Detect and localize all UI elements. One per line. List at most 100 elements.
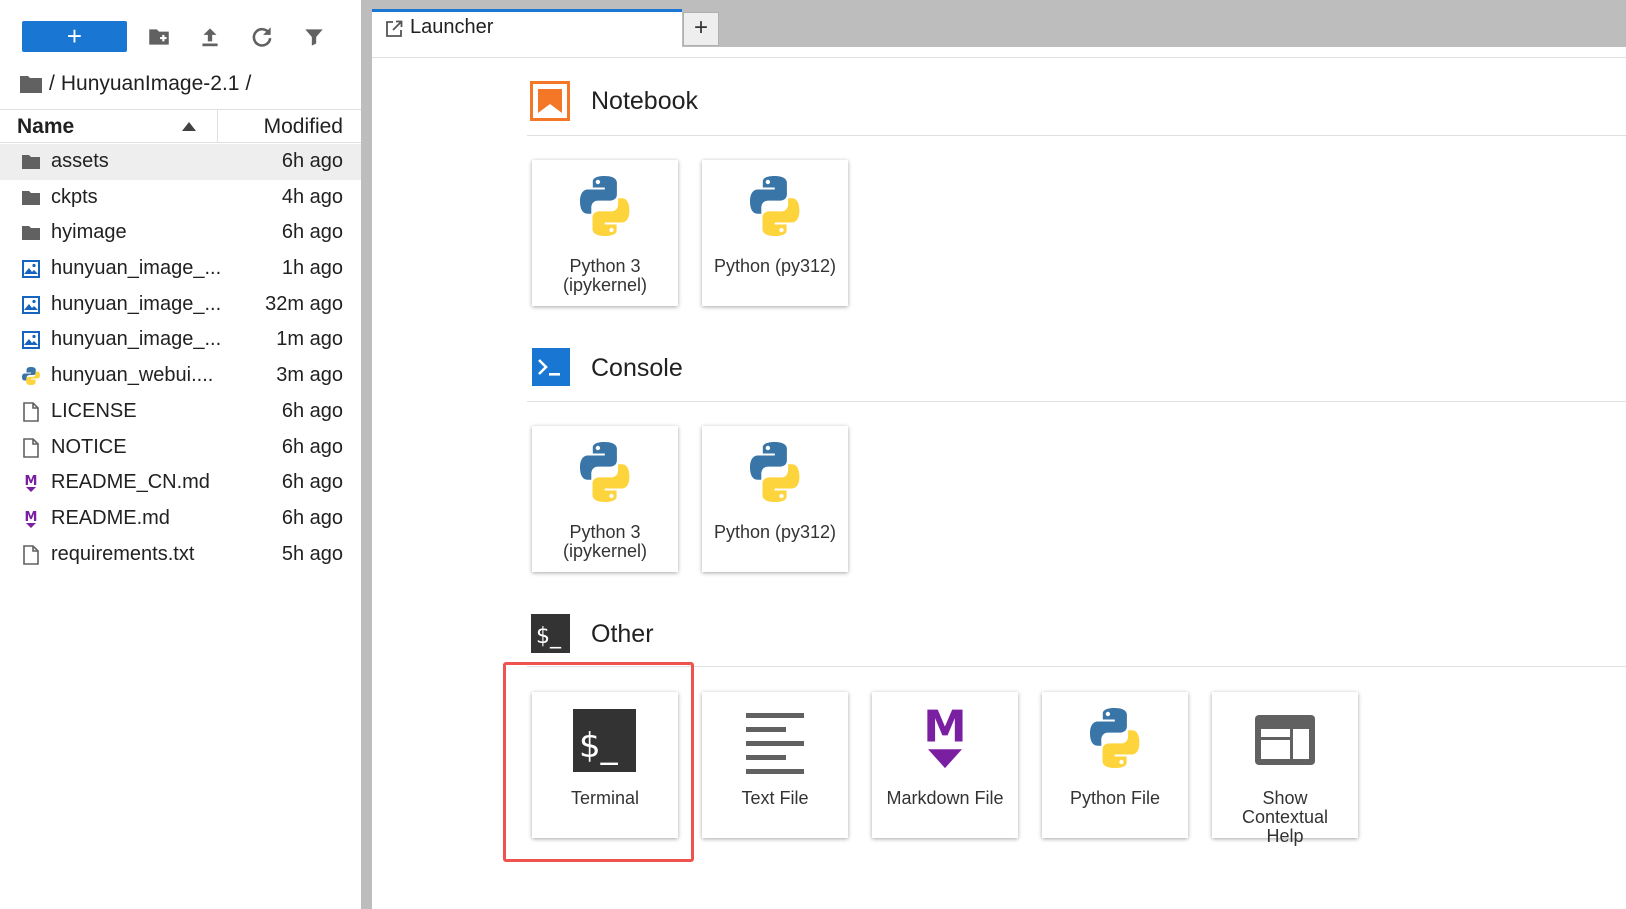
tab-divider [372,57,1626,58]
terminal-card[interactable]: $_ Terminal [532,692,678,838]
notebook-python3-card[interactable]: Python 3 (ipykernel) [532,160,678,306]
console-python3-card[interactable]: Python 3 (ipykernel) [532,426,678,572]
file-modified: 5h ago [281,542,343,565]
file-name: hunyuan_image_... [51,292,222,315]
file-modified: 1h ago [281,257,343,280]
svg-text:M: M [25,474,38,489]
file-row[interactable]: hunyuan_image_... 1h ago [0,251,361,287]
file-row[interactable]: requirements.txt 5h ago [0,537,361,573]
section-divider [527,666,1626,667]
file-row[interactable]: ckpts 4h ago [0,180,361,216]
file-name: requirements.txt [51,542,195,565]
file-name: ckpts [51,185,98,208]
python-logo-icon [572,174,638,240]
new-launcher-button[interactable]: + [22,21,127,52]
file-name: README.md [51,506,170,529]
tab-launcher-label: Launcher [410,16,494,38]
section-console-title: Console [591,354,683,382]
card-label: Show Contextual Help [1241,788,1329,846]
folder-icon [21,188,41,208]
terminal-section-icon: $_ [531,614,570,653]
sort-ascending-icon [182,122,196,131]
console-py312-card[interactable]: Python (py312) [702,426,848,572]
card-label: Text File [741,788,809,808]
svg-text:$_: $_ [579,726,619,766]
file-row[interactable]: LICENSE 6h ago [0,394,361,430]
file-name: LICENSE [51,399,137,422]
file-name: hunyuan_image_... [51,328,222,351]
file-modified: 4h ago [281,185,343,208]
breadcrumb-folder[interactable]: HunyuanImage-2.1 [61,72,240,96]
tab-bar: Launcher + [372,0,1626,47]
file-modified: 3m ago [276,364,343,387]
file-row[interactable]: assets 6h ago [0,144,361,180]
file-row[interactable]: NOTICE 6h ago [0,430,361,466]
terminal-icon: $_ [572,708,638,774]
upload-icon[interactable] [197,24,223,50]
file-modified: 6h ago [281,150,343,172]
card-label: Python 3 (ipykernel) [562,522,648,561]
python-file-card[interactable]: Python File [1042,692,1188,838]
text-file-card[interactable]: Text File [702,692,848,838]
section-other-title: Other [591,620,654,648]
file-name: hunyuan_image_... [51,257,222,280]
markdown-icon: M [912,704,978,770]
file-icon [21,402,41,422]
file-name: assets [51,150,109,172]
section-divider [527,401,1626,402]
markdown-file-card[interactable]: M Markdown File [872,692,1018,838]
file-list: assets 6h ago ckpts 4h ago hyimage 6h ago huny… [0,144,361,572]
name-column-header[interactable]: Name [0,110,218,142]
file-row[interactable]: hunyuan_webui.... 3m ago [0,358,361,394]
contextual-help-card[interactable]: Show Contextual Help [1212,692,1358,846]
section-notebook: Notebook [530,81,1626,129]
card-label: Python (py312) [713,256,837,276]
python-file-icon [21,366,41,386]
image-file-icon [21,259,41,279]
file-icon [21,437,41,458]
card-label: Python File [1069,788,1161,808]
file-modified: 6h ago [281,471,343,494]
breadcrumb-separator: / [245,72,252,95]
refresh-icon[interactable] [249,24,275,50]
filter-icon[interactable] [301,24,327,50]
tab-launcher[interactable]: Launcher [372,9,682,47]
contextual-help-icon [1252,710,1318,776]
text-file-icon [742,710,808,776]
file-row[interactable]: M README_CN.md 6h ago [0,465,361,501]
section-divider [527,135,1626,136]
new-tab-button[interactable]: + [683,12,719,46]
file-name: README_CN.md [51,471,210,494]
folder-icon [21,223,41,243]
launch-icon [386,20,403,37]
image-file-icon [21,295,41,315]
file-row[interactable]: hunyuan_image_... 1m ago [0,322,361,358]
file-list-header: Name Modified [0,109,361,143]
python-logo-icon [572,440,638,506]
file-modified: 1m ago [276,328,343,351]
card-label: Terminal [570,788,640,808]
svg-text:M: M [25,510,38,525]
svg-text:$_: $_ [536,624,562,649]
breadcrumb-root[interactable]: / [49,72,55,96]
file-name: hyimage [51,221,127,244]
modified-column-header[interactable]: Modified [264,115,343,139]
image-file-icon [21,330,41,350]
file-row[interactable]: hyimage 6h ago [0,215,361,251]
file-row[interactable]: M README.md 6h ago [0,501,361,537]
file-modified: 6h ago [281,399,343,422]
sidebar-resize-handle[interactable] [361,0,372,909]
section-notebook-title: Notebook [591,87,699,115]
file-row[interactable]: hunyuan_image_... 32m ago [0,287,361,323]
folder-icon[interactable] [20,75,42,93]
file-browser: + / HunyuanImage-2.1 / Name Modified ass… [0,0,361,909]
new-folder-icon[interactable] [146,24,172,50]
console-icon [532,348,570,386]
breadcrumb: / HunyuanImage-2.1 / [20,70,350,98]
section-other: $_ Other [530,614,1626,662]
file-icon [21,544,41,565]
name-column-label: Name [17,115,75,138]
section-console: Console [530,348,1626,396]
notebook-py312-card[interactable]: Python (py312) [702,160,848,306]
svg-text:M: M [923,704,966,753]
